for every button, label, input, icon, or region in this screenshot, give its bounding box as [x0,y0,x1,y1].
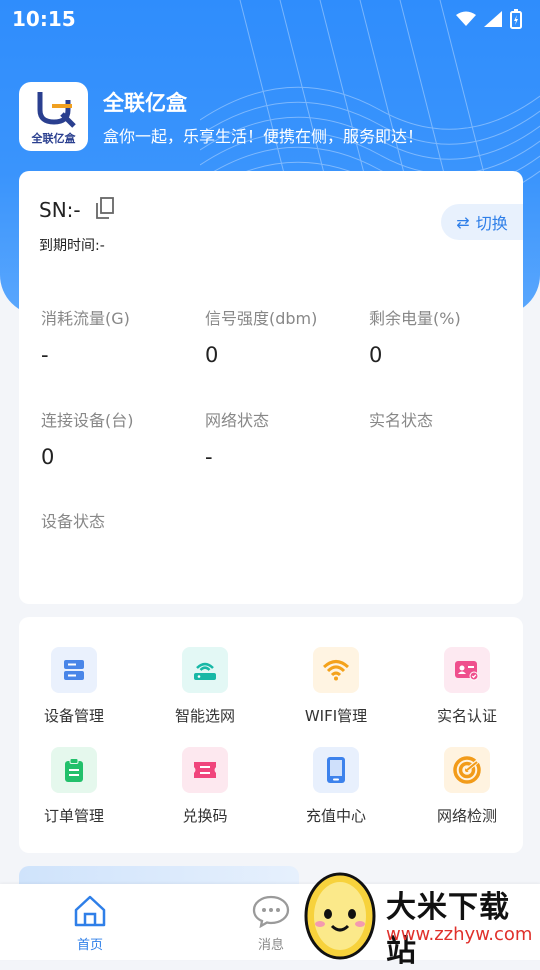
menu-label: 兑换码 [182,807,228,825]
stat-value: - [205,445,213,469]
logo-mark-icon [37,91,76,128]
watermark-url: www.zzhyw.com [386,924,533,945]
menu-label: 设备管理 [43,707,104,725]
switch-icon: ⇄ [456,212,470,232]
menu-smart-network[interactable]: 智能选网 [150,647,260,726]
menu-label: WIFI管理 [304,707,368,725]
status-time: 10:15 [12,7,76,31]
menu-recharge[interactable]: 充值中心 [281,747,391,826]
chat-icon [252,895,290,929]
ticket-icon [182,747,228,793]
expire-date: 到期时间:- [39,238,105,254]
menu-order-manage[interactable]: 订单管理 [19,747,129,826]
battery-icon [510,9,522,29]
app-name: 全联亿盒 [103,90,187,115]
menu-network-test[interactable]: 网络检测 [412,747,522,826]
router-icon [182,647,228,693]
stat-value: 0 [369,343,383,367]
stat-device-status: 设备状态 [41,508,105,546]
stat-signal: 信号强度(dbm) 0 [205,305,317,367]
phone-icon [313,747,359,793]
app-brand: 全联亿盒 全联亿盒 盒你一起，乐享生活！便携在侧，服务即达！ [19,82,423,151]
stat-label: 信号强度(dbm) [205,309,318,328]
copy-icon[interactable] [95,197,115,223]
stat-value: 0 [41,445,55,469]
mascot-icon [304,872,376,960]
id-card-icon [444,647,490,693]
switch-label: 切换 [475,214,508,233]
stat-label: 设备状态 [41,512,106,531]
stat-battery: 剩余电量(%) 0 [369,305,461,367]
stat-connected: 连接设备(台) 0 [41,407,134,469]
logo-text: 全联亿盒 [31,131,76,145]
menu-label: 智能选网 [174,707,235,725]
app-slogan: 盒你一起，乐享生活！便携在侧，服务即达！ [103,126,424,146]
home-icon [74,895,106,927]
tab-home[interactable]: 首页 [50,894,130,953]
stat-label: 连接设备(台) [41,411,134,430]
stat-value: - [41,343,49,367]
stat-label: 消耗流量(G) [41,309,130,328]
menu-label: 网络检测 [436,807,497,825]
menu-label: 充值中心 [305,807,366,825]
device-manage-icon [51,647,97,693]
watermark: 大米下载站 www.zzhyw.com [296,864,540,969]
wifi-signal-icon [456,11,476,26]
stat-label: 剩余电量(%) [369,309,461,328]
menu-redeem-code[interactable]: 兑换码 [150,747,260,826]
function-menu: 设备管理 智能选网 WIFI管理 实名认证 订单管理 兑换码 充值中心 网络检测 [19,617,523,853]
menu-real-name[interactable]: 实名认证 [412,647,522,726]
stat-realname: 实名状态 [369,407,433,445]
wifi-icon [313,647,359,693]
stat-network: 网络状态 - [205,407,269,469]
menu-device-manage[interactable]: 设备管理 [19,647,129,726]
switch-device-button[interactable]: ⇄ 切换 [441,204,523,240]
stat-label: 实名状态 [369,411,434,430]
device-info-card: SN:- 到期时间:- ⇄ 切换 消耗流量(G) - 信号强度(dbm) 0 剩… [19,171,523,604]
menu-label: 实名认证 [436,707,497,725]
clipboard-icon [51,747,97,793]
tab-label: 首页 [76,938,103,953]
stat-value: 0 [205,343,219,367]
status-bar: 10:15 [0,0,540,38]
stat-traffic: 消耗流量(G) - [41,305,130,367]
menu-label: 订单管理 [43,807,104,825]
device-sn: SN:- [39,198,81,222]
app-logo: 全联亿盒 [19,82,88,151]
radar-icon [444,747,490,793]
cell-signal-icon [484,11,502,27]
menu-wifi-manage[interactable]: WIFI管理 [281,647,391,726]
stat-label: 网络状态 [205,411,270,430]
